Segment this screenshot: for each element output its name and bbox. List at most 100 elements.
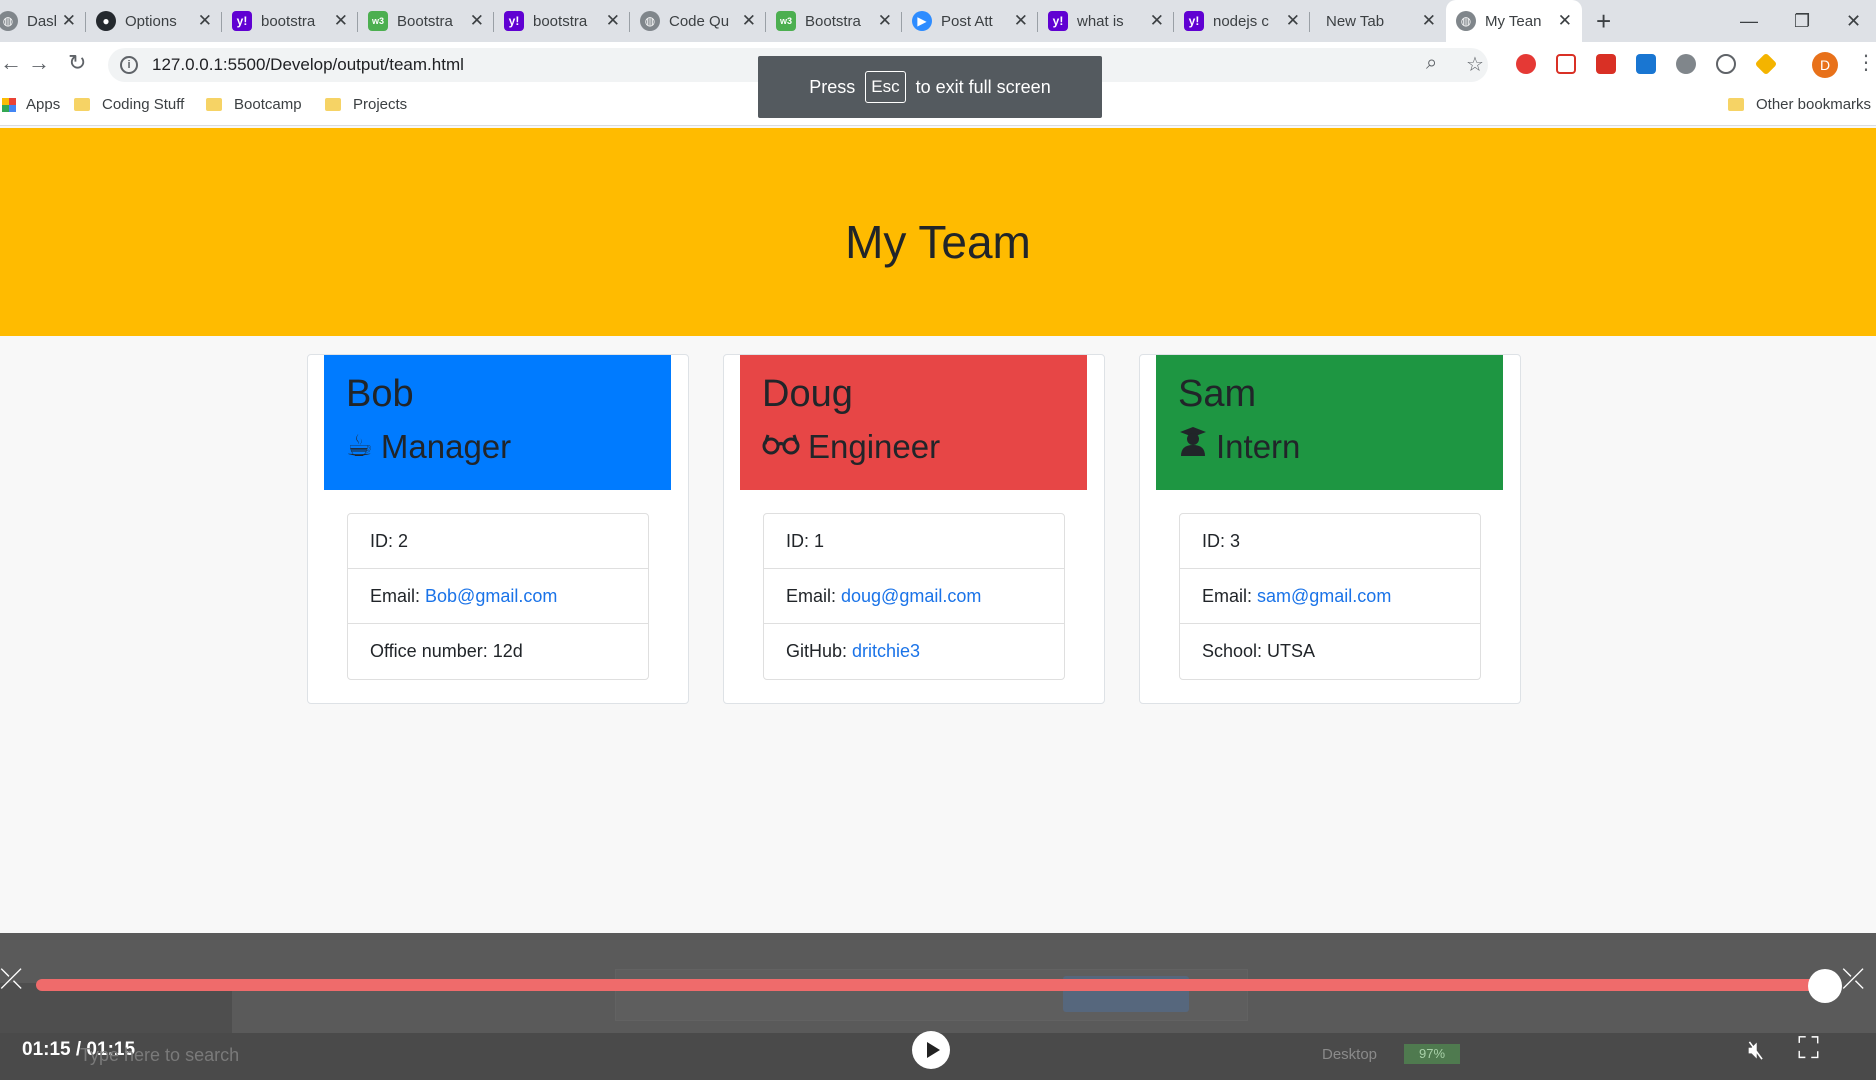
list-item: ID: 1 <box>764 514 1064 569</box>
browser-tab[interactable]: ▶ Post Att ✕ <box>902 0 1038 42</box>
progress-bar[interactable] <box>36 979 1826 991</box>
close-tab-icon[interactable]: ✕ <box>62 11 76 31</box>
bookmark-folder[interactable]: Projects <box>325 96 407 113</box>
browser-tab[interactable]: y! nodejs c ✕ <box>1174 0 1310 42</box>
bookmark-apps[interactable]: Apps <box>2 96 60 113</box>
browser-tab[interactable]: ◍ Dashbo ✕ <box>0 0 86 42</box>
reload-icon[interactable]: ↻ <box>68 50 86 76</box>
list-item: Email: sam@gmail.com <box>1180 569 1480 624</box>
bookmark-other[interactable]: Other bookmarks <box>1728 96 1871 113</box>
list-item: Email: doug@gmail.com <box>764 569 1064 624</box>
folder-icon <box>1728 98 1744 111</box>
bookmark-folder[interactable]: Coding Stuff <box>74 96 184 113</box>
browser-tab[interactable]: New Tab ✕ <box>1310 0 1446 42</box>
browser-tab[interactable]: ◍ Code Qu ✕ <box>630 0 766 42</box>
member-name: Sam <box>1178 373 1257 415</box>
zoom-icon: ▶ <box>912 11 932 31</box>
extension-icon[interactable] <box>1636 54 1656 74</box>
w3schools-icon: w3 <box>776 11 796 31</box>
maximize-icon[interactable]: ❐ <box>1794 0 1810 42</box>
page-header: My Team <box>0 128 1876 336</box>
close-tab-icon[interactable]: ✕ <box>1286 11 1300 31</box>
email-link[interactable]: Bob@gmail.com <box>425 586 557 607</box>
new-tab-button[interactable]: + <box>1596 6 1611 37</box>
bookmark-folder[interactable]: Bootcamp <box>206 96 302 113</box>
card-header: Bob ☕ Manager <box>324 355 671 490</box>
minimize-icon[interactable]: — <box>1740 0 1758 42</box>
close-tab-icon[interactable]: ✕ <box>742 11 756 31</box>
exit-fullscreen-icon[interactable]: ⛶ <box>1798 1032 1819 1066</box>
close-tab-icon[interactable]: ✕ <box>1422 11 1436 31</box>
zoom-icon[interactable]: ⌕ <box>1426 52 1437 75</box>
member-details: ID: 1 Email: doug@gmail.com GitHub: drit… <box>763 513 1065 680</box>
yahoo-icon: y! <box>232 11 252 31</box>
close-tab-icon[interactable]: ✕ <box>1150 11 1164 31</box>
browser-tab[interactable]: ● Options ✕ <box>86 0 222 42</box>
glasses-icon <box>762 425 800 469</box>
browser-tab[interactable]: y! what is ✕ <box>1038 0 1174 42</box>
globe-icon: ◍ <box>0 11 18 31</box>
folder-icon <box>74 98 90 111</box>
page-title: My Team <box>845 216 1031 268</box>
card-header: Doug Engineer <box>740 355 1087 490</box>
folder-icon <box>325 98 341 111</box>
member-role: Engineer <box>808 428 941 465</box>
globe-icon: ◍ <box>1456 11 1476 31</box>
w3schools-icon: w3 <box>368 11 388 31</box>
extension-icon[interactable] <box>1516 54 1536 74</box>
yahoo-icon: y! <box>1048 11 1068 31</box>
browser-tab[interactable]: y! bootstra ✕ <box>494 0 630 42</box>
team-member-card: Bob ☕ Manager ID: 2 Email: Bob@gmail.com… <box>307 354 689 704</box>
extension-icon[interactable] <box>1716 54 1736 74</box>
list-item: ID: 3 <box>1180 514 1480 569</box>
yahoo-icon: y! <box>1184 11 1204 31</box>
browser-tab[interactable]: w3 Bootstra ✕ <box>358 0 494 42</box>
list-item: Email: Bob@gmail.com <box>348 569 648 624</box>
close-tab-icon[interactable]: ✕ <box>606 11 620 31</box>
collapse-icon[interactable]: ⤫ <box>0 963 22 996</box>
github-icon: ● <box>96 11 116 31</box>
close-window-icon[interactable]: ✕ <box>1846 0 1861 42</box>
email-link[interactable]: sam@gmail.com <box>1257 586 1391 607</box>
team-member-card: Sam Intern ID: 3 Email: sam@gmail.com Sc… <box>1139 354 1521 704</box>
back-icon[interactable]: ← <box>0 50 22 76</box>
info-icon[interactable]: i <box>120 56 138 74</box>
card-header: Sam Intern <box>1156 355 1503 490</box>
member-details: ID: 3 Email: sam@gmail.com School: UTSA <box>1179 513 1481 680</box>
pocket-icon[interactable] <box>1556 54 1576 74</box>
taskbar-search-ghost: Type here to search <box>80 1045 240 1065</box>
close-icon[interactable]: ⤫ <box>1842 963 1864 996</box>
extension-icon[interactable] <box>1596 54 1616 74</box>
user-graduate-icon <box>1178 425 1208 469</box>
page-content: My Team Bob ☕ Manager ID: 2 Email: Bob@g… <box>0 128 1876 933</box>
github-link[interactable]: dritchie3 <box>852 641 920 662</box>
coffee-icon: ☕ <box>346 430 373 463</box>
close-tab-icon[interactable]: ✕ <box>198 11 212 31</box>
close-tab-icon[interactable]: ✕ <box>334 11 348 31</box>
star-icon[interactable]: ☆ <box>1466 52 1484 77</box>
forward-icon[interactable]: → <box>28 50 50 76</box>
list-item: GitHub: dritchie3 <box>786 641 921 662</box>
close-tab-icon[interactable]: ✕ <box>1014 11 1028 31</box>
browser-tab[interactable]: w3 Bootstra ✕ <box>766 0 902 42</box>
member-role: Manager <box>380 428 512 465</box>
globe-icon: ◍ <box>640 11 660 31</box>
close-tab-icon[interactable]: ✕ <box>470 11 484 31</box>
extension-icon[interactable] <box>1676 54 1696 74</box>
menu-icon[interactable]: ⋮ <box>1856 50 1876 75</box>
apps-icon <box>2 97 16 112</box>
play-button[interactable] <box>912 1031 950 1069</box>
close-tab-icon[interactable]: ✕ <box>1558 11 1572 31</box>
list-item: School: UTSA <box>1202 641 1316 661</box>
team-member-card: Doug Engineer ID: 1 Email: doug@gmail.co… <box>723 354 1105 704</box>
fullscreen-toast: Press Esc to exit full screen <box>758 56 1102 118</box>
seek-handle[interactable] <box>1808 969 1842 1003</box>
tab-strip: ◍ Dashbo ✕ ● Options ✕ y! bootstra ✕ w3 … <box>0 0 1876 42</box>
email-link[interactable]: doug@gmail.com <box>841 586 981 607</box>
browser-tab[interactable]: y! bootstra ✕ <box>222 0 358 42</box>
mute-icon[interactable]: 🔇︎ <box>1748 1034 1764 1066</box>
close-tab-icon[interactable]: ✕ <box>878 11 892 31</box>
list-item: Office number: 12d <box>370 641 523 661</box>
profile-avatar[interactable]: D <box>1812 52 1838 78</box>
browser-tab-active[interactable]: ◍ My Tean ✕ <box>1446 0 1582 42</box>
